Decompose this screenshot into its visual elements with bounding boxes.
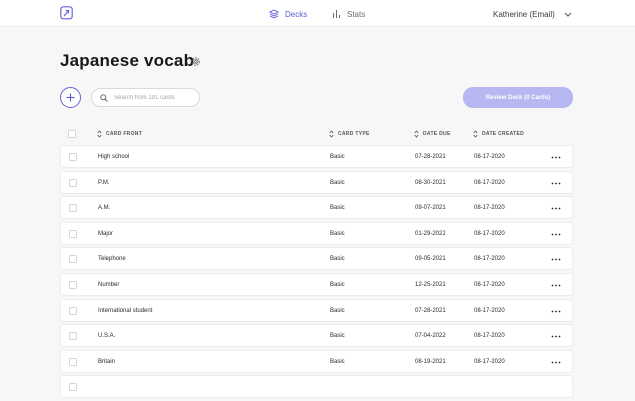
sort-icon: [414, 130, 419, 138]
card-type-cell: Basic: [330, 179, 345, 186]
more-horizontal-icon[interactable]: [551, 334, 561, 339]
table-row[interactable]: U.S.A. Basic 07-04-2022 08-17-2020: [60, 324, 573, 348]
top-nav-bar: Decks Stats Katherine (Email): [0, 0, 635, 27]
card-type-cell: Basic: [330, 307, 345, 314]
date-created-cell: 08-17-2020: [474, 230, 505, 237]
date-due-cell: 08-30-2021: [415, 179, 446, 186]
sort-icon: [473, 130, 478, 138]
card-front-cell: High school: [98, 154, 130, 160]
bar-chart-icon: [333, 10, 340, 18]
card-front-cell: Major: [98, 230, 114, 237]
date-due-cell: 12-25-2021: [415, 281, 446, 288]
search-input[interactable]: [114, 94, 194, 101]
more-horizontal-icon[interactable]: [551, 283, 561, 288]
column-header-label: DATE DUE: [423, 131, 451, 137]
date-due-cell: 09-07-2021: [415, 205, 446, 212]
stack-icon: [269, 9, 279, 19]
row-checkbox[interactable]: [69, 255, 77, 264]
card-front-cell: Britain: [98, 358, 116, 365]
date-created-cell: 08-17-2020: [474, 205, 505, 212]
more-horizontal-icon[interactable]: [551, 232, 561, 237]
table-header: CARD FRONT CARD TYPE DATE DUE DATE CREAT…: [60, 124, 573, 144]
column-header-card-front[interactable]: CARD FRONT: [97, 130, 142, 138]
user-name: Katherine (Email): [493, 9, 555, 19]
card-type-cell: Basic: [330, 205, 345, 212]
card-front-cell: Telephone: [98, 256, 126, 263]
more-horizontal-icon[interactable]: [551, 309, 561, 314]
date-due-cell: 09-05-2021: [415, 256, 446, 263]
search-icon: [100, 93, 108, 102]
page-title: Japanese vocab: [60, 51, 195, 70]
column-header-date-created[interactable]: DATE CREATED: [473, 130, 524, 138]
row-checkbox[interactable]: [69, 332, 77, 341]
table-row[interactable]: P.M. Basic 08-30-2021 08-17-2020: [60, 170, 573, 194]
card-type-cell: Basic: [330, 230, 345, 237]
date-created-cell: 08-17-2020: [474, 333, 505, 340]
row-checkbox[interactable]: [69, 204, 77, 213]
row-checkbox[interactable]: [69, 306, 77, 315]
review-deck-button[interactable]: Review Deck (0 Cards): [463, 87, 573, 108]
more-horizontal-icon[interactable]: [551, 206, 561, 211]
search-box[interactable]: [91, 88, 200, 107]
card-type-cell: Basic: [330, 154, 345, 160]
sort-icon: [329, 130, 334, 138]
nav-stats[interactable]: Stats: [332, 7, 365, 21]
column-header-label: CARD TYPE: [338, 131, 370, 137]
table-row[interactable]: Telephone Basic 09-05-2021 08-17-2020: [60, 247, 573, 271]
card-front-cell: International student: [98, 307, 153, 314]
column-header-label: CARD FRONT: [106, 131, 143, 137]
date-created-cell: 08-17-2020: [474, 154, 505, 160]
card-front-cell: P.M.: [98, 179, 110, 186]
card-front-cell: Number: [98, 281, 120, 288]
more-horizontal-icon[interactable]: [551, 257, 561, 262]
row-checkbox[interactable]: [69, 229, 77, 238]
more-horizontal-icon[interactable]: [551, 155, 561, 160]
date-due-cell: 07-28-2021: [415, 154, 446, 160]
more-horizontal-icon[interactable]: [551, 181, 561, 186]
column-header-card-type[interactable]: CARD TYPE: [329, 130, 370, 138]
more-horizontal-icon[interactable]: [551, 360, 561, 365]
table-row[interactable]: High school Basic 07-28-2021 08-17-2020: [60, 145, 573, 168]
card-type-cell: Basic: [330, 256, 345, 263]
row-checkbox[interactable]: [69, 383, 77, 392]
table-row[interactable]: International student Basic 07-28-2021 0…: [60, 298, 573, 322]
date-created-cell: 08-17-2020: [474, 358, 505, 365]
table-row[interactable]: A.M. Basic 09-07-2021 08-17-2020: [60, 196, 573, 220]
date-due-cell: 08-19-2021: [415, 358, 446, 365]
nav-stats-label: Stats: [347, 9, 366, 19]
card-type-cell: Basic: [330, 358, 345, 365]
table-row[interactable]: Number Basic 12-25-2021 08-17-2020: [60, 272, 573, 296]
chevron-down-icon: [564, 12, 572, 17]
row-checkbox[interactable]: [69, 153, 77, 161]
plus-icon: [66, 93, 75, 102]
nav-decks-label: Decks: [285, 9, 308, 19]
date-due-cell: 07-04-2022: [415, 333, 446, 340]
date-due-cell: 01-29-2022: [415, 230, 446, 237]
date-created-cell: 08-17-2020: [474, 307, 505, 314]
date-created-cell: 08-17-2020: [474, 256, 505, 263]
table-row[interactable]: Major Basic 01-29-2022 08-17-2020: [60, 221, 573, 245]
date-due-cell: 07-28-2021: [415, 307, 446, 314]
gear-icon[interactable]: [190, 56, 201, 67]
card-type-cell: Basic: [330, 333, 345, 340]
row-checkbox[interactable]: [69, 178, 77, 187]
sort-icon: [97, 130, 102, 138]
card-table-body: High school Basic 07-28-2021 08-17-2020 …: [60, 145, 573, 401]
select-all-checkbox[interactable]: [68, 130, 76, 138]
table-row-partial[interactable]: [60, 375, 573, 399]
table-row[interactable]: Britain Basic 08-19-2021 08-17-2020: [60, 349, 573, 373]
card-front-cell: A.M.: [98, 205, 111, 212]
user-menu[interactable]: Katherine (Email): [493, 7, 572, 21]
date-created-cell: 08-17-2020: [474, 179, 505, 186]
logo-icon[interactable]: [60, 6, 73, 20]
column-header-date-due[interactable]: DATE DUE: [414, 130, 451, 138]
add-card-button[interactable]: [60, 87, 81, 108]
row-checkbox[interactable]: [69, 280, 77, 289]
card-front-cell: U.S.A.: [98, 333, 116, 340]
card-type-cell: Basic: [330, 281, 345, 288]
nav-decks[interactable]: Decks: [269, 7, 307, 21]
row-checkbox[interactable]: [69, 357, 77, 366]
column-header-label: DATE CREATED: [482, 131, 525, 137]
date-created-cell: 08-17-2020: [474, 281, 505, 288]
